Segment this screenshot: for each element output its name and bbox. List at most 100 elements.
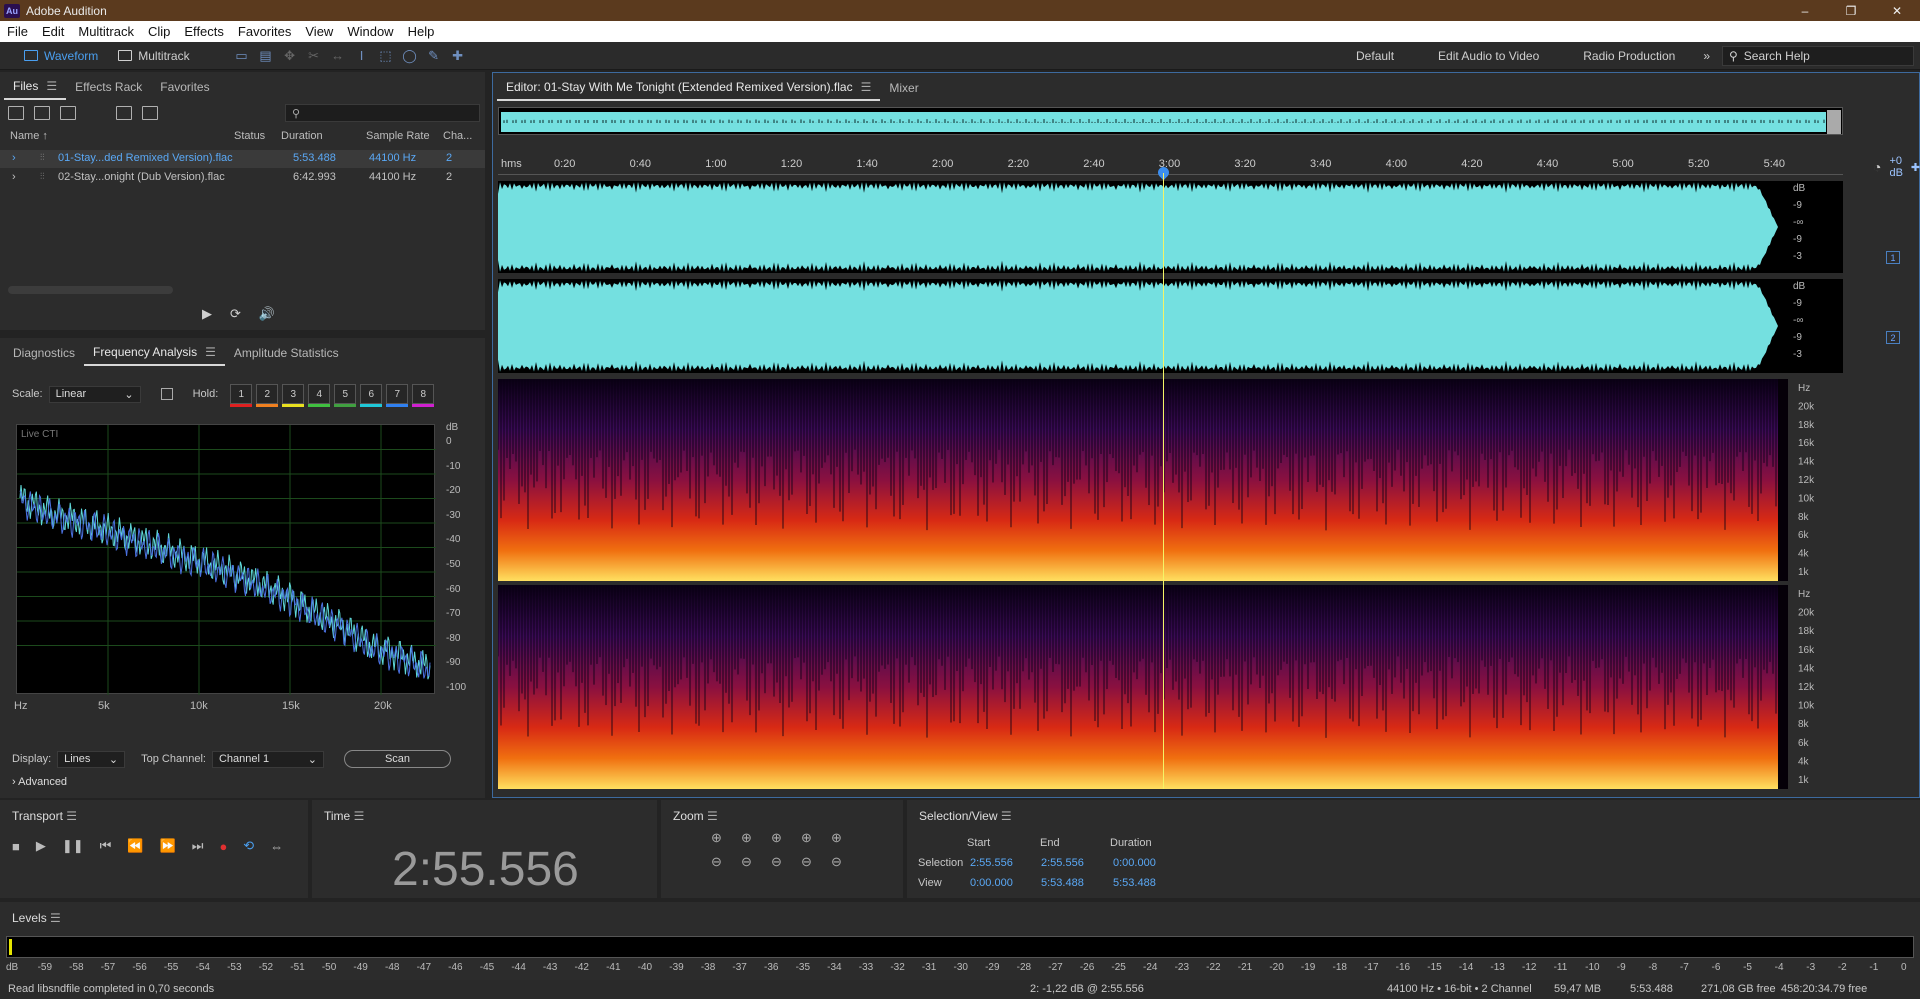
play-icon[interactable]: ▶: [36, 838, 46, 854]
col-sample-rate[interactable]: Sample Rate: [366, 130, 430, 142]
tab-files[interactable]: Files ☰: [4, 74, 67, 100]
workspace-default[interactable]: Default: [1334, 49, 1416, 63]
stop-icon[interactable]: ■: [12, 839, 20, 854]
tab-diagnostics[interactable]: Diagnostics: [4, 340, 84, 366]
capture-snapshot-icon[interactable]: [160, 388, 173, 400]
loop-icon[interactable]: ⟲: [243, 838, 254, 854]
slip-tool-icon[interactable]: ↔: [328, 46, 348, 66]
razor-tool-icon[interactable]: ✂: [304, 46, 324, 66]
zoom-out-point-icon[interactable]: ⊖: [771, 854, 801, 870]
panel-menu-icon[interactable]: ☰: [205, 345, 216, 359]
menu-multitrack[interactable]: Multitrack: [71, 24, 141, 39]
minimize-button[interactable]: –: [1782, 0, 1828, 21]
workspace-more-button[interactable]: »: [1697, 49, 1716, 63]
table-row[interactable]: › ⫶⫶ 02-Stay...onight (Dub Version).flac…: [0, 169, 485, 187]
go-to-start-icon[interactable]: ⏮: [100, 838, 112, 854]
files-horizontal-scrollbar[interactable]: [8, 286, 173, 294]
selection-end-field[interactable]: 2:55.556: [1041, 857, 1084, 869]
selection-start-field[interactable]: 2:55.556: [970, 857, 1013, 869]
menu-help[interactable]: Help: [401, 24, 442, 39]
spot-healing-tool-icon[interactable]: ✚: [448, 46, 468, 66]
tab-favorites[interactable]: Favorites: [151, 74, 218, 100]
zoom-out-time-icon[interactable]: ⊖: [741, 854, 771, 870]
scan-button[interactable]: Scan: [343, 750, 452, 768]
advanced-toggle[interactable]: › Advanced: [12, 776, 67, 788]
panel-menu-icon[interactable]: ☰: [66, 809, 77, 823]
hold-button-3[interactable]: 3: [282, 384, 305, 407]
zoom-selection-icon[interactable]: ⊕: [801, 830, 831, 846]
menu-clip[interactable]: Clip: [141, 24, 177, 39]
hold-button-8[interactable]: 8: [412, 384, 435, 407]
tab-editor[interactable]: Editor: 01-Stay With Me Tonight (Extende…: [497, 75, 881, 101]
time-selection-tool-icon[interactable]: I: [352, 46, 372, 66]
multitrack-view-button[interactable]: Multitrack: [108, 45, 199, 67]
menu-edit[interactable]: Edit: [35, 24, 71, 39]
zoom-channel-icon[interactable]: ⊕: [831, 830, 861, 846]
panel-menu-icon[interactable]: ☰: [707, 809, 718, 823]
scale-select[interactable]: Linear ⌄: [48, 385, 141, 403]
expand-arrow-icon[interactable]: ›: [12, 152, 16, 164]
lasso-tool-icon[interactable]: ◯: [400, 46, 420, 66]
marquee-tool-icon[interactable]: ⬚: [376, 46, 396, 66]
pin-icon[interactable]: ✚: [1911, 161, 1920, 174]
table-row[interactable]: › ⫶⫶ 01-Stay...ded Remixed Version).flac…: [0, 150, 485, 168]
view-end-field[interactable]: 5:53.488: [1041, 877, 1084, 889]
hold-button-6[interactable]: 6: [360, 384, 383, 407]
view-duration-field[interactable]: 5:53.488: [1113, 877, 1156, 889]
selection-duration-field[interactable]: 0:00.000: [1113, 857, 1156, 869]
overview-waveform[interactable]: [498, 107, 1843, 135]
pause-icon[interactable]: ❚❚: [62, 838, 84, 854]
panel-menu-icon[interactable]: ☰: [50, 911, 61, 925]
waveform-view-button[interactable]: Waveform: [14, 45, 108, 67]
menu-favorites[interactable]: Favorites: [231, 24, 298, 39]
move-tool-icon[interactable]: ✥: [280, 46, 300, 66]
restore-button[interactable]: ❐: [1828, 0, 1874, 21]
panel-menu-icon[interactable]: ☰: [1001, 809, 1012, 823]
loop-preview-icon[interactable]: ⟳: [230, 306, 241, 322]
zoom-reset-icon[interactable]: ⊖: [831, 854, 861, 870]
record-icon[interactable]: ●: [219, 839, 227, 854]
skip-icon[interactable]: ⇔: [270, 839, 283, 854]
channel-enable-button-1[interactable]: 1: [1886, 251, 1900, 264]
close-button[interactable]: ✕: [1874, 0, 1920, 21]
col-duration[interactable]: Duration: [281, 130, 323, 142]
menu-file[interactable]: File: [0, 24, 35, 39]
insert-into-multitrack-icon[interactable]: [116, 106, 132, 120]
files-search-input[interactable]: ⚲: [285, 104, 480, 122]
overview-scroll-handle[interactable]: [1827, 110, 1841, 134]
tab-amplitude-statistics[interactable]: Amplitude Statistics: [225, 340, 348, 366]
fast-forward-icon[interactable]: ⏩: [160, 838, 176, 854]
zoom-in-point-icon[interactable]: ⊕: [771, 830, 801, 846]
hold-button-4[interactable]: 4: [308, 384, 331, 407]
panel-menu-icon[interactable]: ☰: [354, 809, 365, 823]
hold-button-5[interactable]: 5: [334, 384, 357, 407]
brush-tool-icon[interactable]: ✎: [424, 46, 444, 66]
search-help-field[interactable]: ⚲ Search Help: [1722, 46, 1914, 66]
display-select[interactable]: Lines ⌄: [57, 750, 126, 768]
spectral-display[interactable]: Hz 20k 18k 16k 14k 12k 10k 8k 6k 4k 1k Hz 20k 18k 16k 1…: [498, 379, 1843, 789]
trash-icon[interactable]: [142, 106, 158, 120]
zoom-out-full-icon[interactable]: ⊖: [801, 854, 831, 870]
import-file-icon[interactable]: [34, 106, 50, 120]
tab-frequency-analysis[interactable]: Frequency Analysis ☰: [84, 340, 225, 366]
hold-button-2[interactable]: 2: [256, 384, 279, 407]
top-channel-select[interactable]: Channel 1 ⌄: [211, 750, 324, 768]
hold-button-1[interactable]: 1: [230, 384, 253, 407]
tab-effects-rack[interactable]: Effects Rack: [66, 74, 151, 100]
volume-knob-icon[interactable]: ◔: [1873, 159, 1881, 175]
open-file-icon[interactable]: [8, 106, 24, 120]
menu-window[interactable]: Window: [340, 24, 400, 39]
col-status[interactable]: Status: [234, 130, 265, 142]
zoom-out-amplitude-icon[interactable]: ⊖: [711, 854, 741, 870]
tab-mixer[interactable]: Mixer: [880, 75, 927, 101]
rewind-icon[interactable]: ⏪: [127, 838, 143, 854]
panel-menu-icon[interactable]: ☰: [46, 79, 57, 93]
workspace-radio-production[interactable]: Radio Production: [1561, 49, 1697, 63]
menu-view[interactable]: View: [298, 24, 340, 39]
channel-enable-button-2[interactable]: 2: [1886, 331, 1900, 344]
panel-menu-icon[interactable]: ☰: [861, 80, 872, 94]
hold-button-7[interactable]: 7: [386, 384, 409, 407]
col-name[interactable]: Name ↑: [10, 130, 48, 142]
workspace-edit-audio-to-video[interactable]: Edit Audio to Video: [1416, 49, 1561, 63]
zoom-in-time-icon[interactable]: ⊕: [741, 830, 771, 846]
